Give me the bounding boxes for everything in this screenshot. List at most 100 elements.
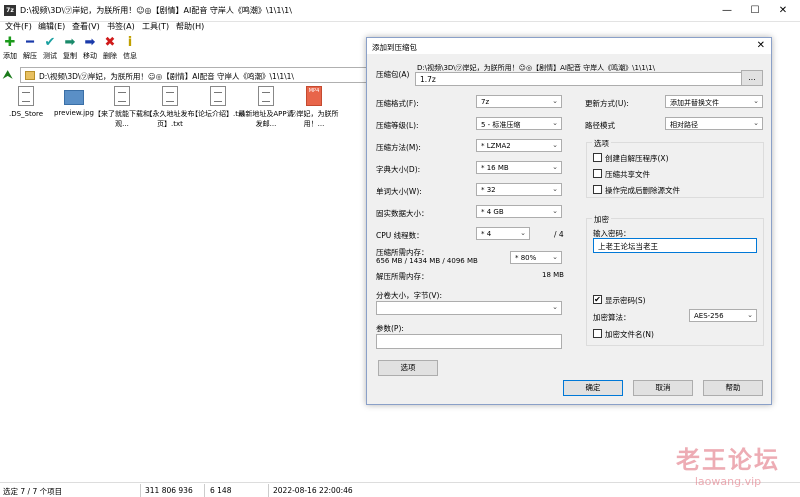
copy-button[interactable]: ➡ 复制 [60, 35, 80, 61]
split-select[interactable]: ⌄ [376, 301, 562, 315]
maximize-button[interactable]: ☐ [741, 3, 769, 19]
delete-source-checkbox[interactable] [593, 185, 602, 194]
chevron-down-icon: ⌄ [753, 119, 759, 127]
enc-method-label: 加密算法： [593, 313, 631, 322]
params-label: 参数(P): [376, 324, 404, 333]
extract-button[interactable]: ━ 解压 [20, 35, 40, 61]
delete-source-label: 操作完成后删除源文件 [605, 186, 680, 195]
chevron-down-icon: ⌄ [552, 303, 558, 311]
chevron-down-icon: ⌄ [552, 185, 558, 193]
mem-comp-values: 656 MB / 1434 MB / 4096 MB [376, 257, 478, 265]
level-select[interactable]: 5 - 标准压缩 ⌄ [476, 117, 562, 130]
minus-icon: ━ [26, 35, 34, 50]
encrypt-names-label: 加密文件名(N) [605, 330, 654, 339]
address-bar: ⮝ D:\视频\3D\㋡岸妃，为朕所用！☺◎【剧情】AI配音 守岸人《鸣潮》\1… [0, 67, 380, 83]
solid-label: 固实数据大小： [376, 209, 429, 218]
options-group-title: 选项 [592, 138, 611, 149]
main-window: 7z D:\视频\3D\㋡岸妃，为朕所用！☺◎【剧情】AI配音 守岸人《鸣潮》\… [0, 0, 800, 497]
password-input[interactable]: 上老王论坛当老王 [593, 238, 757, 253]
chevron-down-icon: ⌄ [552, 97, 558, 105]
path-input[interactable]: D:\视频\3D\㋡岸妃，为朕所用！☺◎【剧情】AI配音 守岸人《鸣潮》\1\1… [20, 67, 380, 83]
dict-select[interactable]: * 16 MB ⌄ [476, 161, 562, 174]
level-label: 压缩等级(L): [376, 121, 419, 130]
params-input[interactable] [376, 334, 562, 349]
check-icon: ✔ [44, 35, 56, 50]
chevron-down-icon: ⌄ [552, 119, 558, 127]
watermark: 老王论坛 laowang.vip [676, 440, 780, 488]
cpu-select[interactable]: * 4 ⌄ [476, 227, 530, 240]
close-button[interactable]: ✕ [769, 3, 797, 19]
document-icon [18, 86, 34, 106]
move-button[interactable]: ➡ 移动 [80, 35, 100, 61]
status-selection: 选定 7 / 7 个项目 [3, 487, 63, 496]
copy-arrow-icon: ➡ [64, 35, 76, 50]
enc-method-select[interactable]: AES-256 ⌄ [689, 309, 757, 322]
chevron-down-icon: ⌄ [520, 229, 526, 237]
delete-icon: ✖ [104, 35, 116, 50]
toolbar: ✚ 添加 ━ 解压 ✔ 测试 ➡ 复制 ➡ 移动 ✖ 删除 i 信息 [0, 35, 370, 65]
chevron-down-icon: ⌄ [753, 97, 759, 105]
solid-select[interactable]: * 4 GB ⌄ [476, 205, 562, 218]
menu-view[interactable]: 查看(V) [72, 21, 100, 32]
update-label: 更新方式(U): [585, 99, 629, 108]
add-to-archive-dialog: 添加到压缩包 ✕ 压缩包(A) D:\视频\3D\㋡岸妃，为朕所用！☺◎【剧情】… [366, 37, 772, 405]
word-select[interactable]: * 32 ⌄ [476, 183, 562, 196]
sfx-checkbox[interactable] [593, 153, 602, 162]
menu-file[interactable]: 文件(F) [5, 21, 32, 32]
menu-bar: 文件(F) 编辑(E) 查看(V) 书签(A) 工具(T) 帮助(H) [0, 19, 800, 33]
watermark-url: laowang.vip [694, 475, 762, 488]
format-select[interactable]: 7z ⌄ [476, 95, 562, 108]
show-password-label: 显示密码(S) [605, 296, 646, 305]
delete-button[interactable]: ✖ 删除 [100, 35, 120, 61]
video-file-icon: MP4 [306, 86, 322, 106]
info-icon: i [127, 35, 133, 50]
pathmode-select[interactable]: 相对路径 ⌄ [665, 117, 763, 130]
cancel-button[interactable]: 取消 [633, 380, 693, 396]
sfx-label: 创建自解压程序(X) [605, 154, 669, 163]
dialog-title: 添加到压缩包 [372, 43, 417, 52]
options-button[interactable]: 选项 [378, 360, 438, 376]
document-icon [210, 86, 226, 106]
help-button[interactable]: 帮助 [703, 380, 763, 396]
menu-help[interactable]: 帮助(H) [176, 21, 204, 32]
mem-decomp-value: 18 MB [542, 271, 564, 279]
chevron-down-icon: ⌄ [552, 207, 558, 215]
status-modified: 2022-08-16 22:00:46 [273, 486, 353, 495]
word-label: 单词大小(W): [376, 187, 422, 196]
menu-edit[interactable]: 编辑(E) [38, 21, 65, 32]
chevron-down-icon: ⌄ [552, 253, 558, 261]
folder-icon [25, 71, 35, 80]
format-label: 压缩格式(F): [376, 99, 419, 108]
update-select[interactable]: 添加并替换文件 ⌄ [665, 95, 763, 108]
cpu-total: / 4 [554, 230, 564, 239]
ok-button[interactable]: 确定 [563, 380, 623, 396]
encrypt-names-checkbox[interactable] [593, 329, 602, 338]
method-select[interactable]: * LZMA2 ⌄ [476, 139, 562, 152]
chevron-down-icon: ⌄ [747, 311, 753, 319]
plus-icon: ✚ [4, 35, 16, 50]
menu-tools[interactable]: 工具(T) [142, 21, 169, 32]
document-icon [114, 86, 130, 106]
chevron-down-icon: ⌄ [552, 163, 558, 171]
status-size: 311 806 936 [145, 486, 193, 495]
move-arrow-icon: ➡ [84, 35, 96, 50]
mem-usage-select[interactable]: * 80% ⌄ [510, 251, 562, 264]
add-button[interactable]: ✚ 添加 [0, 35, 20, 61]
up-folder-icon[interactable]: ⮝ [3, 68, 12, 82]
dialog-close-button[interactable]: ✕ [757, 40, 765, 51]
browse-button[interactable]: ... [741, 70, 763, 86]
status-packed-size: 6 148 [210, 486, 232, 495]
minimize-button[interactable]: — [713, 3, 741, 19]
show-password-checkbox[interactable]: ✔ [593, 295, 602, 304]
archive-name-combobox[interactable]: 1.7z⌄ [415, 72, 763, 86]
file-list: .DS_Store preview.jpg 【来了就能下载和观... 【永久地址… [0, 86, 370, 396]
mem-decomp-label: 解压所需内存： [376, 272, 429, 281]
info-button[interactable]: i 信息 [120, 35, 140, 61]
shared-label: 压缩共享文件 [605, 170, 650, 179]
test-button[interactable]: ✔ 测试 [40, 35, 60, 61]
menu-bookmarks[interactable]: 书签(A) [107, 21, 135, 32]
list-item[interactable]: MP4 ㋡岸妃，为朕所用！... [286, 86, 342, 129]
split-label: 分卷大小，字节(V): [376, 291, 443, 300]
method-label: 压缩方法(M): [376, 143, 421, 152]
shared-checkbox[interactable] [593, 169, 602, 178]
